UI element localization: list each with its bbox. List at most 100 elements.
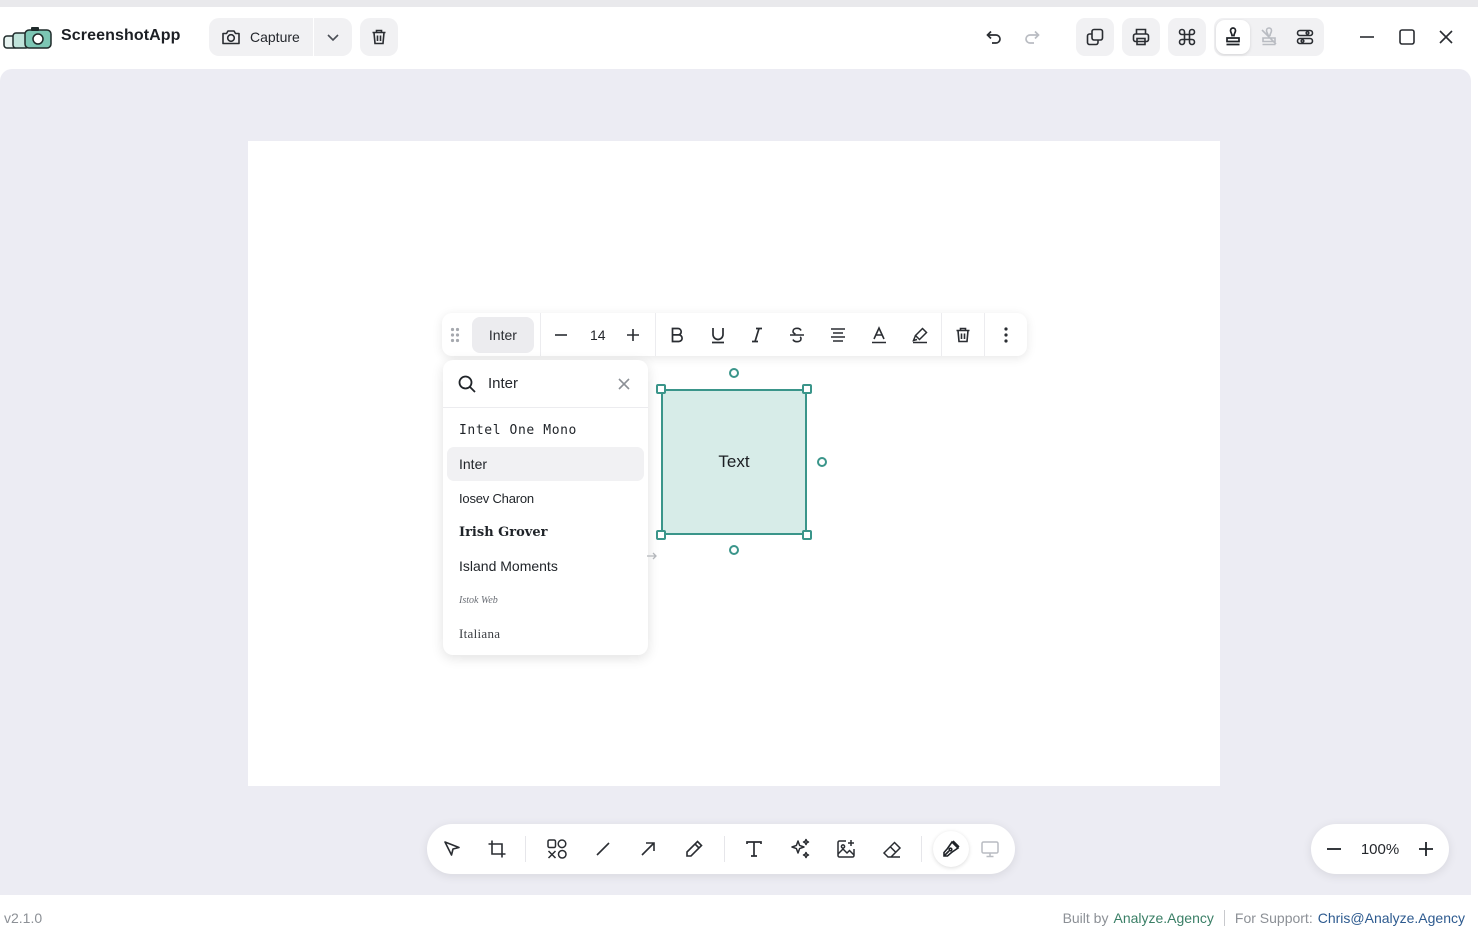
- font-family-button[interactable]: Inter: [471, 316, 534, 353]
- maximize-button[interactable]: [1388, 18, 1426, 56]
- font-option-italiana[interactable]: Italiana: [447, 617, 644, 651]
- highlight-button[interactable]: [899, 313, 941, 356]
- presentation-icon: [981, 841, 999, 858]
- tool-palette: [427, 824, 1015, 874]
- stamp-icon: [1226, 27, 1240, 46]
- toolbar-divider: [724, 836, 725, 862]
- underline-icon: [711, 327, 724, 343]
- close-icon: [1439, 30, 1453, 44]
- drag-handle[interactable]: [442, 313, 468, 356]
- resize-handle-bottom-right[interactable]: [802, 530, 812, 540]
- drag-handle-icon: [450, 327, 460, 342]
- delete-capture-button[interactable]: [360, 18, 398, 56]
- redo-icon: [1025, 30, 1040, 44]
- camera-icon: [222, 30, 240, 45]
- zoom-in-icon[interactable]: [1417, 840, 1435, 858]
- clear-search-icon[interactable]: [617, 377, 631, 391]
- font-search-input[interactable]: Inter: [488, 375, 518, 392]
- maximize-icon: [1399, 29, 1415, 45]
- crop-tool-icon: [488, 840, 506, 858]
- crop-tool-button[interactable]: [479, 831, 515, 867]
- presentation-tool-button[interactable]: [972, 831, 1008, 867]
- resize-handle-bottom-left[interactable]: [656, 530, 666, 540]
- stamp-outline-mode-button[interactable]: [1250, 18, 1288, 56]
- capture-dropdown-button[interactable]: [314, 18, 352, 56]
- window-top-strip: [0, 0, 1478, 7]
- built-by-link[interactable]: Analyze.Agency: [1113, 910, 1213, 926]
- chevron-down-icon: [327, 34, 339, 42]
- shortcuts-button[interactable]: [1168, 18, 1206, 56]
- font-list: Intel One Mono Inter Iosev Charon Irish …: [443, 408, 648, 651]
- pencil-tool-icon: [686, 840, 703, 857]
- stamp-mode-button[interactable]: [1216, 20, 1250, 54]
- undo-icon: [986, 30, 1001, 44]
- text-tool-button[interactable]: [736, 831, 772, 867]
- settings-button[interactable]: [1286, 18, 1324, 56]
- pen-tool-icon: [943, 840, 960, 857]
- eraser-tool-button[interactable]: [874, 831, 910, 867]
- image-add-tool-button[interactable]: [828, 831, 864, 867]
- copy-icon: [1086, 28, 1104, 46]
- command-icon: [1178, 28, 1196, 46]
- pen-tool-button[interactable]: [933, 831, 969, 867]
- text-color-button[interactable]: [859, 313, 899, 356]
- print-button[interactable]: [1122, 18, 1160, 56]
- shapes-tool-button[interactable]: [539, 831, 575, 867]
- shape-text[interactable]: Text: [718, 452, 749, 472]
- align-button[interactable]: [817, 313, 859, 356]
- settings-icon: [1296, 29, 1314, 45]
- connector-handle-right[interactable]: [817, 457, 827, 467]
- text-tool-icon: [746, 841, 762, 857]
- connector-handle-bottom[interactable]: [729, 545, 739, 555]
- zoom-out-icon[interactable]: [1325, 840, 1343, 858]
- arrow-tool-button[interactable]: [630, 831, 666, 867]
- font-option-istok-web[interactable]: Istok Web: [447, 583, 644, 617]
- bold-icon: [671, 327, 683, 342]
- pencil-tool-button[interactable]: [676, 831, 712, 867]
- connector-handle-top[interactable]: [729, 368, 739, 378]
- font-option-intel-one-mono[interactable]: Intel One Mono: [447, 413, 644, 447]
- underline-button[interactable]: [698, 313, 738, 356]
- ai-sparkle-tool-button[interactable]: [782, 831, 818, 867]
- app-logo-icon: [3, 27, 52, 49]
- more-options-button[interactable]: [985, 313, 1027, 356]
- sparkle-icon: [791, 838, 810, 859]
- strikethrough-button[interactable]: [777, 313, 817, 356]
- align-center-icon: [831, 327, 846, 342]
- capture-label: Capture: [250, 29, 300, 45]
- font-option-iosev-charon[interactable]: Iosev Charon: [447, 481, 644, 515]
- text-format-toolbar: Inter 14: [442, 313, 1027, 356]
- minimize-icon: [1360, 36, 1374, 38]
- resize-handle-top-right[interactable]: [802, 384, 812, 394]
- select-tool-button[interactable]: [434, 831, 470, 867]
- highlighter-icon: [912, 326, 928, 343]
- title-bar: ScreenshotApp Capture: [0, 7, 1478, 69]
- increase-font-size-button[interactable]: [615, 313, 651, 356]
- decrease-font-size-button[interactable]: [541, 313, 581, 356]
- italic-button[interactable]: [738, 313, 778, 356]
- close-window-button[interactable]: [1427, 18, 1465, 56]
- app-version: v2.1.0: [4, 910, 43, 926]
- support-email-link[interactable]: Chris@Analyze.Agency: [1318, 910, 1465, 926]
- footer-divider: [1223, 910, 1225, 926]
- redo-button[interactable]: [1014, 18, 1052, 56]
- undo-button[interactable]: [974, 18, 1012, 56]
- bold-button[interactable]: [656, 313, 698, 356]
- copy-button[interactable]: [1076, 18, 1114, 56]
- italic-icon: [752, 327, 763, 342]
- delete-text-button[interactable]: [942, 313, 984, 356]
- capture-button-group: Capture: [209, 18, 352, 56]
- line-tool-button[interactable]: [585, 831, 621, 867]
- font-option-inter[interactable]: Inter: [447, 447, 644, 481]
- font-option-irish-grover[interactable]: Irish Grover: [447, 515, 644, 549]
- text-color-icon: [872, 325, 887, 343]
- zoom-level: 100%: [1360, 840, 1400, 858]
- font-option-island-moments[interactable]: Island Moments: [447, 549, 644, 583]
- minus-icon: [554, 333, 567, 336]
- font-size-value[interactable]: 14: [581, 313, 615, 356]
- capture-button[interactable]: Capture: [209, 18, 313, 56]
- resize-handle-top-left[interactable]: [656, 384, 666, 394]
- print-icon: [1132, 28, 1150, 46]
- text-shape[interactable]: Text: [661, 389, 807, 535]
- minimize-button[interactable]: [1348, 18, 1386, 56]
